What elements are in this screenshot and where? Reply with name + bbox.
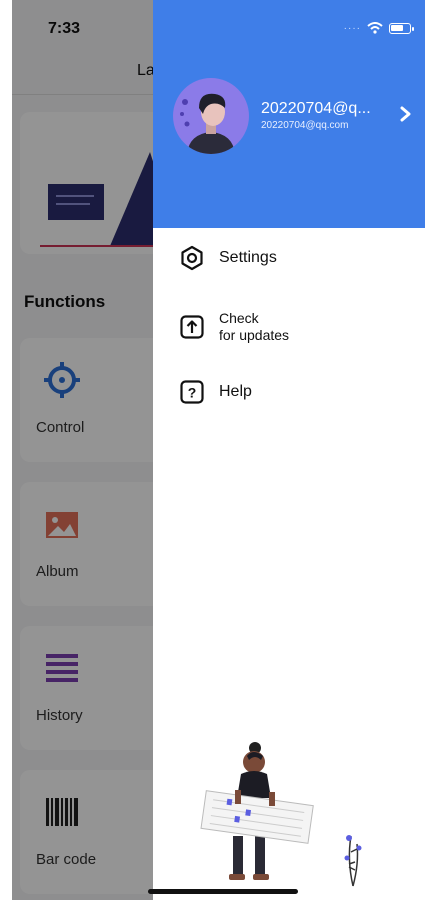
settings-icon [181,245,203,271]
navigation-drawer: ···· 20220704@q... 20220704@qq.com Setti… [153,0,425,900]
upload-icon [180,315,204,339]
user-email: 20220704@qq.com [261,120,349,131]
help-label: Help [219,383,252,400]
status-indicators: ···· [343,22,414,34]
battery-icon [389,22,414,34]
person-with-board-illustration [200,742,362,887]
signal-icon: ···· [343,22,361,34]
drawer-header: ···· 20220704@q... 20220704@qq.com [153,0,425,228]
user-name[interactable]: 20220704@q... [261,100,371,118]
person-avatar-icon [180,93,235,154]
user-avatar[interactable] [173,78,249,154]
menu-item-check-updates[interactable]: Check for updates [179,310,289,344]
check-updates-label: Check for updates [219,310,289,344]
check-updates-line1: Check [219,310,259,326]
drawer-scrim[interactable] [12,0,153,900]
wifi-icon [367,22,383,34]
check-updates-line2: for updates [219,327,290,343]
chevron-right-icon[interactable] [397,105,415,123]
menu-item-help[interactable]: ? Help [179,379,252,405]
home-indicator[interactable] [148,889,298,894]
svg-text:?: ? [188,385,197,401]
help-icon: ? [180,380,204,404]
settings-label: Settings [219,249,277,266]
menu-item-settings[interactable]: Settings [179,245,277,271]
